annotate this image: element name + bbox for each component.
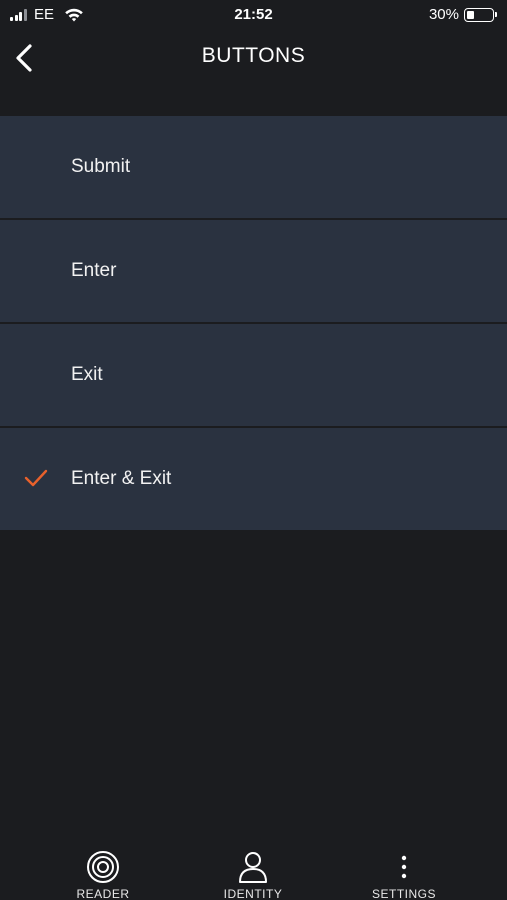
battery-icon — [464, 7, 494, 22]
option-label: Exit — [71, 364, 103, 385]
option-label: Submit — [71, 156, 131, 177]
battery-fill — [467, 10, 474, 19]
tab-identity[interactable]: IDENTITY — [193, 840, 313, 900]
screen: EE 21:52 30% BUTTONS Submit Enter Exit E… — [0, 0, 507, 900]
page-title: BUTTONS — [201, 44, 306, 67]
tab-reader[interactable]: READER — [43, 840, 163, 900]
nav-bar: BUTTONS — [0, 30, 507, 86]
tab-bar: READER IDENTITY SETTINGS — [0, 840, 507, 900]
option-label: Enter — [71, 260, 117, 281]
tab-label: IDENTITY — [223, 887, 283, 900]
vertical-dots-icon — [401, 855, 407, 879]
status-bar: EE 21:52 30% — [0, 0, 507, 30]
tab-label: READER — [76, 887, 130, 900]
target-icon — [87, 851, 119, 883]
battery-tip — [495, 12, 497, 17]
option-enter[interactable]: Enter — [0, 220, 507, 322]
checkmark-icon — [24, 469, 48, 487]
option-submit[interactable]: Submit — [0, 116, 507, 218]
status-right: 30% — [429, 6, 497, 23]
option-enter-and-exit[interactable]: Enter & Exit — [0, 428, 507, 530]
tab-label: SETTINGS — [371, 887, 436, 900]
option-label: Enter & Exit — [71, 468, 172, 489]
tab-settings[interactable]: SETTINGS — [344, 840, 464, 900]
option-exit[interactable]: Exit — [0, 324, 507, 426]
battery-percent: 30% — [428, 6, 459, 23]
options-list: Submit Enter Exit Enter & Exit — [0, 116, 507, 532]
person-icon — [239, 852, 267, 883]
